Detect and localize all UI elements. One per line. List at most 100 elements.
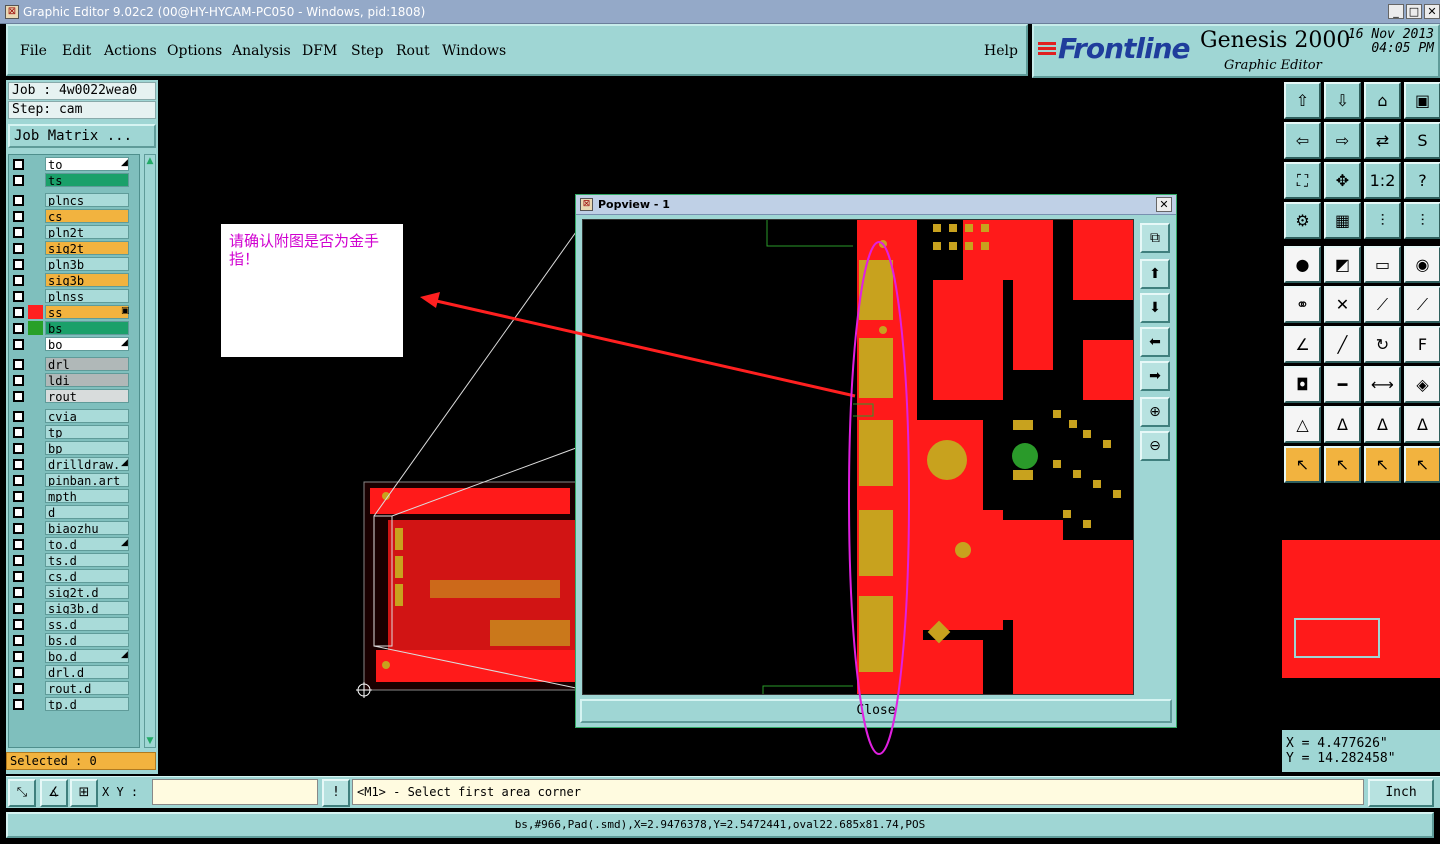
layer-checkbox[interactable] — [13, 195, 24, 206]
layer-row[interactable]: ss ▣ — [11, 305, 133, 320]
maximize-button[interactable]: □ — [1406, 4, 1422, 19]
grid-icon[interactable]: ▦ — [1324, 202, 1361, 239]
layer-checkbox[interactable] — [13, 507, 24, 518]
layer-name[interactable]: bs.d — [45, 633, 129, 647]
layer-row[interactable]: plncs — [11, 193, 133, 208]
layer-name[interactable]: plncs — [45, 193, 129, 207]
pan-down-icon[interactable]: ⇩ — [1324, 82, 1361, 119]
select-box-icon[interactable]: ↖ — [1324, 446, 1361, 483]
popview-close-icon[interactable]: ✕ — [1156, 197, 1172, 212]
layer-name[interactable]: bp — [45, 441, 129, 455]
layer-checkbox[interactable] — [13, 603, 24, 614]
layer-name[interactable]: ss.d — [45, 617, 129, 631]
layer-row[interactable]: pln2t — [11, 225, 133, 240]
layer-checkbox[interactable] — [13, 211, 24, 222]
layer-name[interactable]: biaozhu — [45, 521, 129, 535]
layer-checkbox[interactable] — [13, 159, 24, 170]
shapes-icon[interactable]: ◈ — [1404, 366, 1440, 403]
close-window-button[interactable]: ✕ — [1424, 4, 1440, 19]
layer-name[interactable]: to — [45, 157, 129, 171]
popview-pan-right-icon[interactable]: ➡ — [1140, 361, 1170, 391]
layer-name[interactable]: sig2t — [45, 241, 129, 255]
select-pointer-icon[interactable]: ↖ — [1284, 446, 1321, 483]
layer-name[interactable]: plnss — [45, 289, 129, 303]
pan-left-icon[interactable]: ⇦ — [1284, 122, 1321, 159]
layer-checkbox[interactable] — [13, 443, 24, 454]
popview-zoom-in-icon[interactable]: ⊕ — [1140, 397, 1170, 427]
popview-pan-up-icon[interactable]: ⬆ — [1140, 259, 1170, 289]
cross-icon[interactable]: ✕ — [1324, 286, 1361, 323]
layer-checkbox[interactable] — [13, 635, 24, 646]
menu-edit[interactable]: Edit — [62, 43, 91, 59]
menu-file[interactable]: File — [20, 43, 47, 59]
layer-checkbox[interactable] — [13, 227, 24, 238]
layer-name[interactable]: pln2t — [45, 225, 129, 239]
window-icon[interactable]: ▣ — [1404, 82, 1440, 119]
layer-name[interactable]: drilldraw. — [45, 457, 129, 471]
swap-icon[interactable]: ⇄ — [1364, 122, 1401, 159]
layer-row[interactable]: ts.d — [11, 553, 133, 568]
layer-row[interactable]: pinban.art — [11, 473, 133, 488]
layer-row[interactable]: to.d ◢ — [11, 537, 133, 552]
layer-checkbox[interactable] — [13, 683, 24, 694]
layer-checkbox[interactable] — [13, 667, 24, 678]
connect-icon[interactable]: ⚭ — [1284, 286, 1321, 323]
layer-name[interactable]: ts — [45, 173, 129, 187]
triangle-up-icon[interactable]: Δ — [1324, 406, 1361, 443]
layer-row[interactable]: biaozhu — [11, 521, 133, 536]
layer-checkbox[interactable] — [13, 339, 24, 350]
job-matrix-button[interactable]: Job Matrix ... — [8, 124, 156, 148]
pan-up-icon[interactable]: ⇧ — [1284, 82, 1321, 119]
layer-checkbox[interactable] — [13, 619, 24, 630]
layer-name[interactable]: drl — [45, 357, 129, 371]
layer-checkbox[interactable] — [13, 291, 24, 302]
layer-name[interactable]: ts.d — [45, 553, 129, 567]
ruler-icon[interactable]: ▭ — [1364, 246, 1401, 283]
layer-name[interactable]: tp — [45, 425, 129, 439]
layer-row[interactable]: bo.d ◢ — [11, 649, 133, 664]
text-icon[interactable]: F — [1404, 326, 1440, 363]
layer-name[interactable]: bo — [45, 337, 129, 351]
layer-name[interactable]: pinban.art — [45, 473, 129, 487]
layer-checkbox[interactable] — [13, 699, 24, 710]
layer-row[interactable]: drl — [11, 357, 133, 372]
layer-checkbox[interactable] — [13, 555, 24, 566]
record-icon[interactable]: ◉ — [1404, 246, 1440, 283]
angle-icon[interactable]: ∠ — [1284, 326, 1321, 363]
snap-mode-icon[interactable]: ⤡ — [8, 779, 36, 807]
menu-rout[interactable]: Rout — [396, 43, 430, 59]
arc-icon[interactable]: ↻ — [1364, 326, 1401, 363]
layer-row[interactable]: ldi — [11, 373, 133, 388]
scroll-down-icon[interactable]: ▼ — [145, 736, 155, 746]
select-poly-icon[interactable]: ↖ — [1364, 446, 1401, 483]
layer-name[interactable]: sig2t.d — [45, 585, 129, 599]
layer-row[interactable]: bo ◢ — [11, 337, 133, 352]
layer-row[interactable]: tp — [11, 425, 133, 440]
popview-pan-left-icon[interactable]: ⬅ — [1140, 327, 1170, 357]
layer-row[interactable]: bs.d — [11, 633, 133, 648]
layer-checkbox[interactable] — [13, 359, 24, 370]
layer-name[interactable]: cvia — [45, 409, 129, 423]
menu-help[interactable]: Help — [984, 43, 1018, 59]
layer-list-scrollbar[interactable]: ▲ ▼ — [144, 154, 156, 748]
xy-input[interactable] — [152, 779, 318, 805]
layer-name[interactable]: cs — [45, 209, 129, 223]
line-icon[interactable]: ╱ — [1324, 326, 1361, 363]
layer-row[interactable]: to ◢ — [11, 157, 133, 172]
layer-name[interactable]: sig3b.d — [45, 601, 129, 615]
layer-row[interactable]: pln3b — [11, 257, 133, 272]
menu-windows[interactable]: Windows — [442, 43, 506, 59]
layer-row[interactable]: bp — [11, 441, 133, 456]
layer-checkbox[interactable] — [13, 587, 24, 598]
popview-canvas[interactable] — [582, 219, 1134, 695]
layer-checkbox[interactable] — [13, 259, 24, 270]
layer-checkbox[interactable] — [13, 375, 24, 386]
layer-row[interactable]: d — [11, 505, 133, 520]
layer-checkbox[interactable] — [13, 651, 24, 662]
menu-dfm[interactable]: DFM — [302, 43, 337, 59]
exclaim-button[interactable]: ! — [322, 779, 350, 807]
layer-checkbox[interactable] — [13, 275, 24, 286]
layer-name[interactable]: rout.d — [45, 681, 129, 695]
layer-row[interactable]: drilldraw. ◢ — [11, 457, 133, 472]
layer-row[interactable]: sig2t.d — [11, 585, 133, 600]
